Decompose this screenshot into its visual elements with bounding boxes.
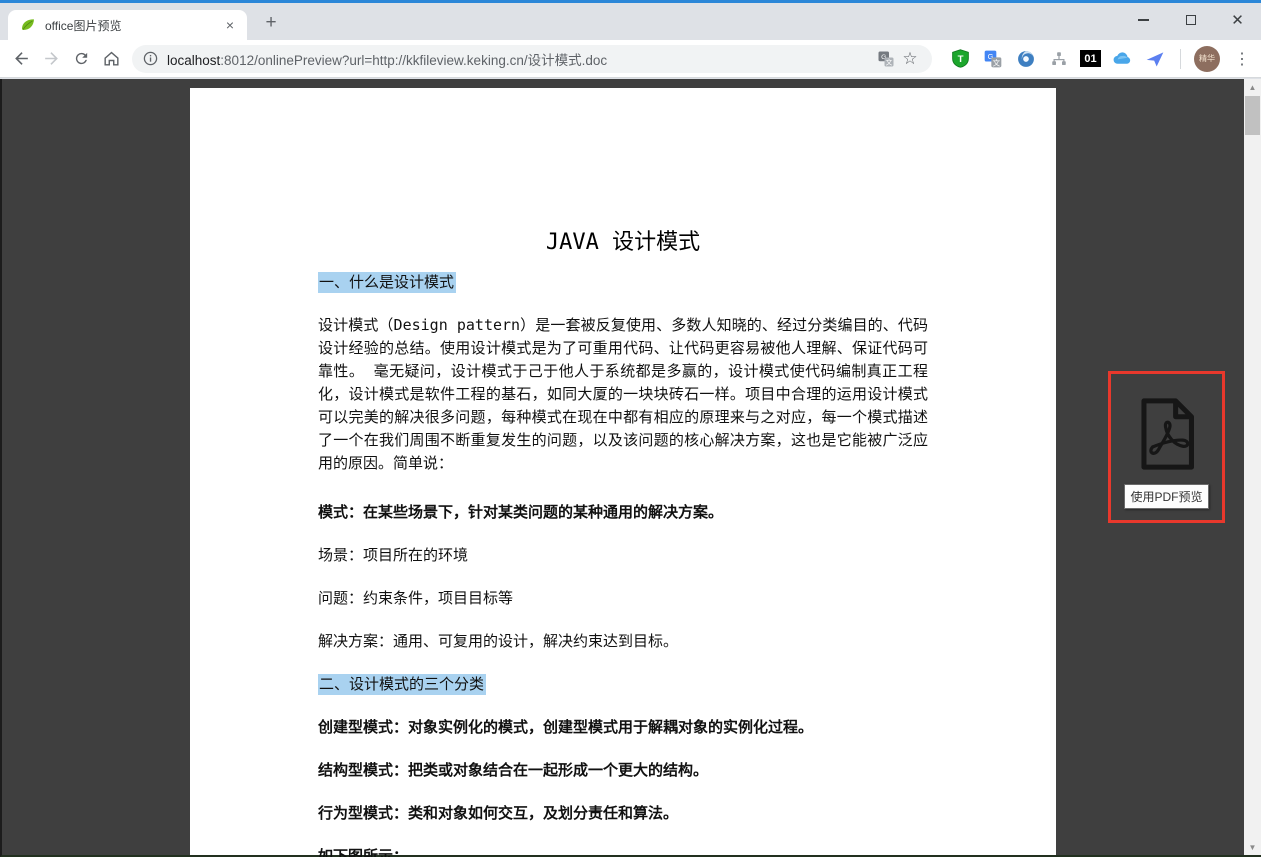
minimize-button[interactable] bbox=[1120, 3, 1167, 37]
doc-block-para: 解决方案：通用、可复用的设计，解决约束达到目标。 bbox=[318, 630, 928, 653]
doc-block-heading: 一、什么是设计模式 bbox=[318, 271, 928, 294]
svg-text:T: T bbox=[957, 54, 963, 65]
scrollbar-thumb[interactable] bbox=[1245, 96, 1260, 135]
doc-block-bold: 创建型模式：对象实例化的模式，创建型模式用于解耦对象的实例化过程。 bbox=[318, 716, 928, 739]
forward-icon bbox=[42, 49, 61, 68]
svg-text:文: 文 bbox=[993, 57, 1001, 67]
blue-swirl-extension-icon[interactable] bbox=[1014, 47, 1038, 71]
highlighted-heading: 一、什么是设计模式 bbox=[318, 272, 456, 293]
browser-tab[interactable]: office图片预览 × bbox=[8, 10, 247, 40]
scroll-up-icon[interactable]: ▲ bbox=[1244, 79, 1261, 95]
vertical-scrollbar[interactable]: ▲ ▼ bbox=[1244, 79, 1261, 855]
profile-avatar[interactable]: 精华 bbox=[1194, 46, 1220, 72]
doc-block-bold: 行为型模式：类和对象如何交互，及划分责任和算法。 bbox=[318, 802, 928, 825]
url-text[interactable]: localhost:8012/onlinePreview?url=http://… bbox=[167, 49, 874, 69]
doc-block-bold: 如下图所示： bbox=[318, 845, 928, 857]
url-host: localhost bbox=[167, 53, 220, 68]
pdf-preview-button[interactable]: 使用PDF预览 bbox=[1108, 371, 1225, 523]
tab-title: office图片预览 bbox=[45, 17, 221, 34]
doc-block-title: JAVA 设计模式 bbox=[318, 228, 928, 258]
browser-menu-icon[interactable]: ⋮ bbox=[1229, 49, 1255, 69]
reload-button[interactable] bbox=[66, 44, 96, 74]
01-extension-icon[interactable]: 01 bbox=[1080, 50, 1101, 67]
translate-extension-icon[interactable]: G 文 bbox=[981, 47, 1005, 71]
forward-button[interactable] bbox=[36, 44, 66, 74]
doc-content: JAVA 设计模式一、什么是设计模式设计模式（Design pattern）是一… bbox=[318, 228, 928, 857]
reload-icon bbox=[73, 50, 90, 67]
pdf-file-icon bbox=[1131, 396, 1203, 472]
page-info-icon[interactable] bbox=[142, 50, 159, 67]
doc-block-para: 场景：项目所在的环境 bbox=[318, 544, 928, 567]
maximize-button[interactable] bbox=[1167, 3, 1214, 37]
tab-bar: office图片预览 × + ✕ bbox=[0, 3, 1261, 40]
browser-toolbar: localhost:8012/onlinePreview?url=http://… bbox=[0, 40, 1261, 78]
toolbar-separator bbox=[1180, 49, 1181, 69]
doc-block-para: 问题：约束条件，项目目标等 bbox=[318, 587, 928, 610]
scroll-down-icon[interactable]: ▼ bbox=[1244, 839, 1261, 855]
maximize-icon bbox=[1186, 15, 1196, 25]
doc-block-bold: 结构型模式：把类或对象结合在一起形成一个更大的结构。 bbox=[318, 759, 928, 782]
page-content-area: JAVA 设计模式一、什么是设计模式设计模式（Design pattern）是一… bbox=[0, 79, 1261, 857]
doc-block-heading: 二、设计模式的三个分类 bbox=[318, 673, 928, 696]
back-icon bbox=[12, 49, 31, 68]
extensions-row: T G 文 bbox=[948, 46, 1255, 72]
bird-extension-icon[interactable] bbox=[1143, 47, 1167, 71]
translate-page-icon[interactable]: G 文 bbox=[874, 48, 898, 70]
sitemap-extension-icon[interactable] bbox=[1047, 47, 1071, 71]
document-page: JAVA 设计模式一、什么是设计模式设计模式（Design pattern）是一… bbox=[190, 88, 1056, 855]
close-button[interactable]: ✕ bbox=[1214, 3, 1261, 37]
home-icon bbox=[102, 49, 121, 68]
svg-text:文: 文 bbox=[886, 57, 893, 66]
url-path: :8012/onlinePreview?url=http://kkfilevie… bbox=[220, 53, 607, 68]
back-button[interactable] bbox=[6, 44, 36, 74]
browser-window: office图片预览 × + ✕ localho bbox=[0, 0, 1261, 857]
address-bar[interactable]: localhost:8012/onlinePreview?url=http://… bbox=[132, 45, 932, 73]
bookmark-star-icon[interactable]: ☆ bbox=[898, 48, 922, 70]
green-shield-extension-icon[interactable]: T bbox=[948, 47, 972, 71]
minimize-icon bbox=[1138, 19, 1149, 20]
cloud-extension-icon[interactable] bbox=[1110, 47, 1134, 71]
doc-block-para: 设计模式（Design pattern）是一套被反复使用、多数人知晓的、经过分类… bbox=[318, 314, 928, 475]
spring-leaf-favicon bbox=[20, 17, 36, 33]
window-controls: ✕ bbox=[1120, 3, 1261, 37]
home-button[interactable] bbox=[96, 44, 126, 74]
doc-block-bold: 模式：在某些场景下，针对某类问题的某种通用的解决方案。 bbox=[318, 501, 928, 524]
pdf-preview-label: 使用PDF预览 bbox=[1124, 484, 1208, 509]
tab-close-icon[interactable]: × bbox=[221, 16, 239, 34]
highlighted-heading: 二、设计模式的三个分类 bbox=[318, 674, 486, 695]
new-tab-button[interactable]: + bbox=[258, 10, 284, 36]
